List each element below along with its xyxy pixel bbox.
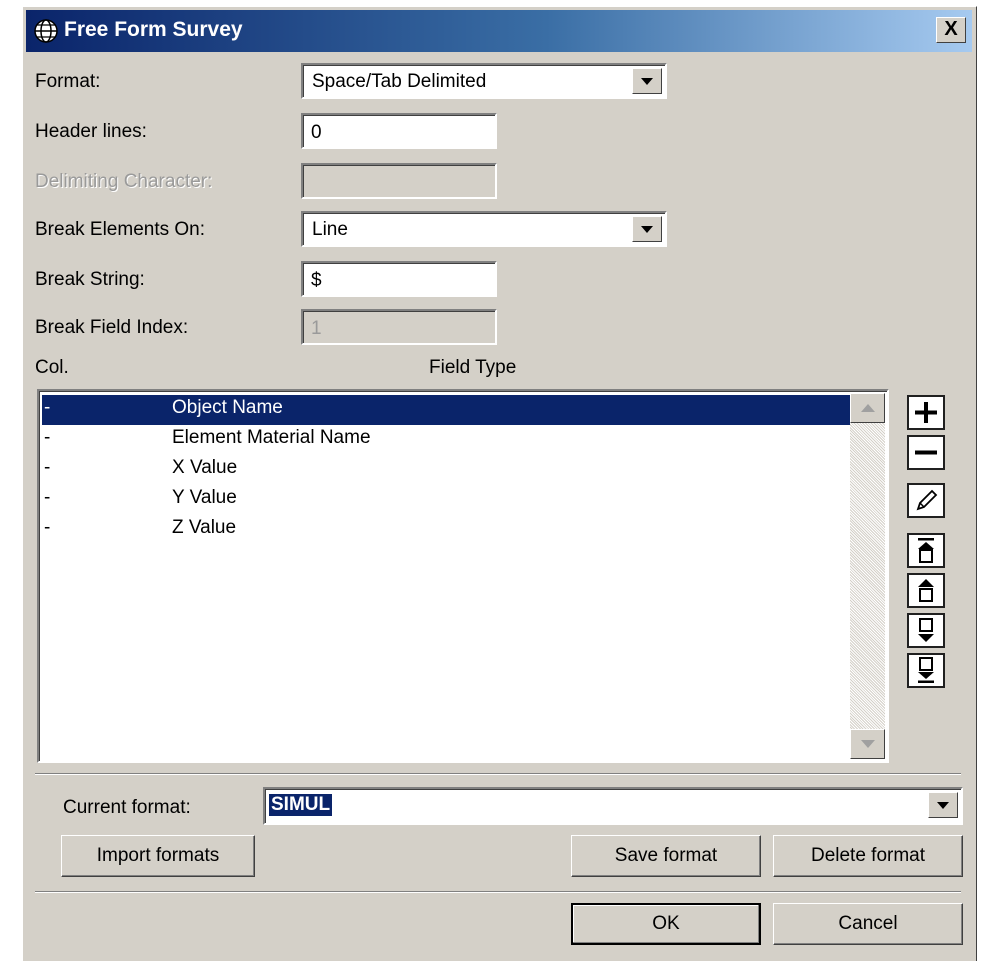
chevron-down-icon[interactable] [928,792,958,818]
field-type-column-header: Field Type [429,357,517,378]
separator [35,891,961,893]
break-string-input[interactable]: $ [301,261,497,297]
move-bottom-button[interactable] [907,653,945,688]
title-bar[interactable]: Free Form Survey X [26,10,972,52]
list-item-col: - [44,397,51,418]
plus-icon [915,402,937,423]
move-top-icon [918,538,934,563]
list-item[interactable]: - Y Value [42,485,851,515]
chevron-down-icon[interactable] [632,68,662,94]
move-up-button[interactable] [907,573,945,608]
remove-field-button[interactable] [907,435,945,470]
separator [35,773,961,775]
vertical-scrollbar[interactable] [850,393,885,759]
list-item-type: X Value [172,457,238,478]
format-select[interactable]: Space/Tab Delimited [301,63,667,99]
list-item-type: Y Value [172,487,237,508]
list-item-col: - [44,487,51,508]
field-list[interactable]: - Object Name - Element Material Name - … [37,389,889,763]
col-column-header: Col. [35,357,69,378]
move-top-button[interactable] [907,533,945,568]
break-field-index-label: Break Field Index: [35,317,189,338]
break-field-index-input: 1 [301,309,497,345]
header-lines-input[interactable]: 0 [301,113,497,149]
list-item-type: Z Value [172,517,237,538]
list-item-col: - [44,457,51,478]
scroll-down-button[interactable] [850,729,885,759]
scroll-up-button[interactable] [850,393,885,423]
list-item-col: - [44,517,51,538]
list-item[interactable]: - Object Name [42,395,851,425]
format-label: Format: [35,71,101,92]
delete-format-button[interactable]: Delete format [773,835,963,877]
current-format-label: Current format: [63,797,191,818]
list-item-type: Element Material Name [172,427,371,448]
save-format-button[interactable]: Save format [571,835,761,877]
add-field-button[interactable] [907,395,945,430]
break-elements-value: Line [312,219,348,240]
globe-icon [34,19,58,43]
move-down-icon [918,618,934,642]
break-elements-select[interactable]: Line [301,211,667,247]
list-item-col: - [44,427,51,448]
current-format-select[interactable]: SIMUL [263,787,963,825]
dialog-window: Free Form Survey X Format: Space/Tab Del… [22,6,977,961]
move-down-button[interactable] [907,613,945,648]
edit-field-button[interactable] [907,483,945,518]
format-value: Space/Tab Delimited [312,71,487,92]
close-icon: X [944,18,958,40]
list-item[interactable]: - Element Material Name [42,425,851,455]
import-formats-button[interactable]: Import formats [61,835,255,877]
window-title: Free Form Survey [64,18,243,41]
move-bottom-icon [918,657,934,683]
chevron-down-icon[interactable] [632,216,662,242]
list-item[interactable]: - Z Value [42,515,851,545]
close-button[interactable]: X [936,17,966,43]
ok-button[interactable]: OK [571,903,761,945]
break-string-label: Break String: [35,269,145,290]
delimiting-character-input [301,163,497,199]
current-format-value: SIMUL [269,794,333,816]
pencil-icon [916,489,938,511]
list-item-type: Object Name [172,397,283,418]
break-elements-label: Break Elements On: [35,219,206,240]
list-item[interactable]: - X Value [42,455,851,485]
minus-icon [915,450,937,455]
header-lines-label: Header lines: [35,121,147,142]
delimiting-character-label: Delimiting Character: [35,171,213,192]
move-up-icon [918,579,934,602]
cancel-button[interactable]: Cancel [773,903,963,945]
